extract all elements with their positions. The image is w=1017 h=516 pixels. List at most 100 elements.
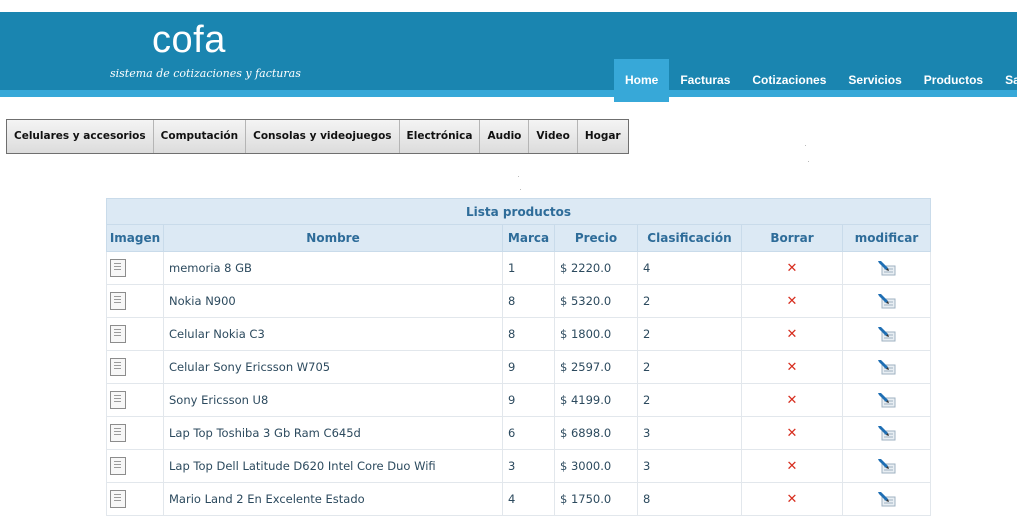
category-tab[interactable]: Audio: [480, 120, 530, 153]
image-placeholder-icon[interactable]: [110, 325, 126, 343]
product-brand: 9: [502, 350, 555, 384]
product-table: Lista productos Imagen Nombre Marca Precio C…: [105, 198, 932, 516]
edit-pencil-icon[interactable]: [876, 326, 898, 342]
delete-cell: ✕: [741, 251, 843, 285]
product-price: $ 5320.0: [554, 284, 638, 318]
decorative-dot: [805, 145, 806, 146]
delete-cell: ✕: [741, 284, 843, 318]
product-classification: 2: [637, 350, 742, 384]
edit-pencil-icon[interactable]: [876, 260, 898, 276]
product-price: $ 6898.0: [554, 416, 638, 450]
delete-x-icon[interactable]: ✕: [787, 360, 798, 375]
edit-pencil-icon[interactable]: [876, 491, 898, 507]
product-brand: 8: [502, 284, 555, 318]
category-tab[interactable]: Hogar: [577, 120, 628, 153]
table-row: Nokia N900 8 $ 5320.0 2 ✕: [106, 284, 932, 318]
delete-x-icon[interactable]: ✕: [787, 393, 798, 408]
edit-pencil-icon[interactable]: [876, 458, 898, 474]
product-name: Nokia N900: [163, 284, 503, 318]
image-placeholder-icon[interactable]: [110, 259, 126, 277]
delete-cell: ✕: [741, 449, 843, 483]
table-row: Sony Ericsson U8 9 $ 4199.0 2 ✕: [106, 383, 932, 417]
image-cell: [106, 317, 164, 351]
edit-cell: [841, 350, 932, 384]
product-price: $ 1750.0: [554, 482, 638, 516]
product-brand: 3: [502, 449, 555, 483]
product-name: memoria 8 GB: [163, 251, 503, 285]
image-placeholder-icon[interactable]: [110, 457, 126, 475]
delete-x-icon[interactable]: ✕: [787, 294, 798, 309]
product-name: Celular Nokia C3: [163, 317, 503, 351]
category-tab[interactable]: Video: [529, 120, 578, 153]
image-placeholder-icon[interactable]: [110, 391, 126, 409]
image-cell: [106, 482, 164, 516]
column-header: modificar: [841, 224, 932, 252]
edit-cell: [841, 449, 932, 483]
product-classification: 3: [637, 416, 742, 450]
product-classification: 3: [637, 449, 742, 483]
delete-x-icon[interactable]: ✕: [787, 492, 798, 507]
product-classification: 4: [637, 251, 742, 285]
product-brand: 6: [502, 416, 555, 450]
product-brand: 9: [502, 383, 555, 417]
image-placeholder-icon[interactable]: [110, 490, 126, 508]
edit-pencil-icon[interactable]: [876, 359, 898, 375]
category-tab[interactable]: Celulares y accesorios: [7, 120, 154, 153]
column-header: Precio: [554, 224, 638, 252]
product-price: $ 4199.0: [554, 383, 638, 417]
delete-x-icon[interactable]: ✕: [787, 426, 798, 441]
product-classification: 8: [637, 482, 742, 516]
image-placeholder-icon[interactable]: [110, 358, 126, 376]
edit-pencil-icon[interactable]: [876, 425, 898, 441]
edit-cell: [841, 284, 932, 318]
product-list: Lista productos Imagen Nombre Marca Precio C…: [105, 198, 932, 516]
edit-cell: [841, 251, 932, 285]
product-classification: 2: [637, 383, 742, 417]
edit-cell: [841, 482, 932, 516]
image-cell: [106, 383, 164, 417]
delete-x-icon[interactable]: ✕: [787, 327, 798, 342]
table-caption: Lista productos: [105, 198, 932, 225]
column-header: Borrar: [741, 224, 843, 252]
table-row: Mario Land 2 En Excelente Estado 4 $ 1750.…: [106, 482, 932, 516]
category-tab[interactable]: Consolas y videojuegos: [246, 120, 400, 153]
column-header: Nombre: [163, 224, 503, 252]
delete-x-icon[interactable]: ✕: [787, 459, 798, 474]
image-placeholder-icon[interactable]: [110, 292, 126, 310]
image-placeholder-icon[interactable]: [110, 424, 126, 442]
table-row: Celular Sony Ericsson W705 9 $ 2597.0 2 ✕: [106, 350, 932, 384]
product-name: Celular Sony Ericsson W705: [163, 350, 503, 384]
product-price: $ 3000.0: [554, 449, 638, 483]
column-header: Marca: [502, 224, 555, 252]
product-name: Mario Land 2 En Excelente Estado: [163, 482, 503, 516]
edit-pencil-icon[interactable]: [876, 293, 898, 309]
image-cell: [106, 284, 164, 318]
table-header-row: Imagen Nombre Marca Precio Clasificación Borr…: [106, 224, 932, 252]
product-name: Lap Top Dell Latitude D620 Intel Core Du…: [163, 449, 503, 483]
tagline: sistema de cotizaciones y facturas: [110, 67, 301, 80]
table-row: Celular Nokia C3 8 $ 1800.0 2 ✕: [106, 317, 932, 351]
header-accent-bar: [0, 90, 1017, 97]
table-row: memoria 8 GB 1 $ 2220.0 4 ✕: [106, 251, 932, 285]
product-name: Sony Ericsson U8: [163, 383, 503, 417]
edit-pencil-icon[interactable]: [876, 392, 898, 408]
table-row: Lap Top Toshiba 3 Gb Ram C645d 6 $ 6898.0 3…: [106, 416, 932, 450]
column-header: Imagen: [106, 224, 164, 252]
category-tab[interactable]: Electrónica: [399, 120, 481, 153]
delete-x-icon[interactable]: ✕: [787, 261, 798, 276]
product-price: $ 1800.0: [554, 317, 638, 351]
category-bar: Celulares y accesorios Computación Consola…: [6, 119, 629, 154]
product-name: Lap Top Toshiba 3 Gb Ram C645d: [163, 416, 503, 450]
table-body: memoria 8 GB 1 $ 2220.0 4 ✕ Nokia N900 8 $ 5320…: [106, 251, 932, 516]
image-cell: [106, 416, 164, 450]
delete-cell: ✕: [741, 416, 843, 450]
image-cell: [106, 449, 164, 483]
category-tab[interactable]: Computación: [153, 120, 247, 153]
logo[interactable]: cofa: [152, 20, 226, 60]
delete-cell: ✕: [741, 383, 843, 417]
delete-cell: ✕: [741, 350, 843, 384]
image-cell: [106, 350, 164, 384]
top-strip: [0, 0, 1017, 12]
edit-cell: [841, 317, 932, 351]
edit-cell: [841, 383, 932, 417]
